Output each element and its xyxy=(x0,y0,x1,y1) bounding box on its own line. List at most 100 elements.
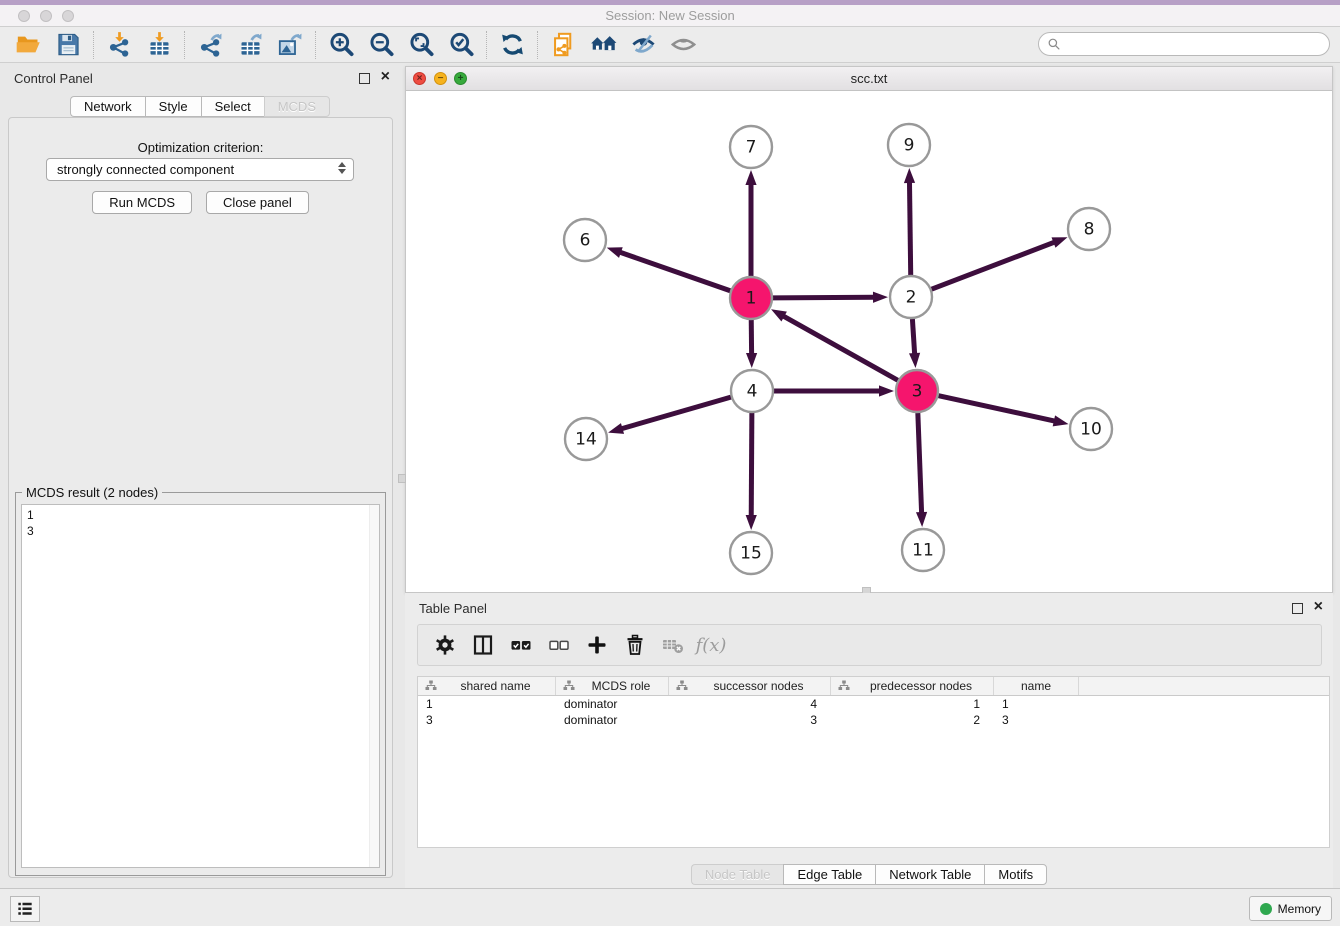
cell-MCDS-role[interactable]: dominator xyxy=(556,697,669,711)
close-panel-button[interactable]: Close panel xyxy=(206,191,309,214)
import-network-icon xyxy=(106,31,133,58)
cell-shared-name[interactable]: 3 xyxy=(418,713,556,727)
memory-button[interactable]: Memory xyxy=(1249,896,1332,921)
tab-network-table[interactable]: Network Table xyxy=(875,864,984,885)
add-column-button[interactable] xyxy=(578,629,616,661)
edge-2-9[interactable] xyxy=(909,181,910,275)
column-header-MCDS-role[interactable]: MCDS role xyxy=(556,677,669,695)
edge-1-6[interactable] xyxy=(619,252,730,291)
delete-table-button xyxy=(654,629,692,661)
refresh-layout-button[interactable] xyxy=(492,30,532,60)
edge-3-1[interactable] xyxy=(782,316,897,381)
cell-shared-name[interactable]: 1 xyxy=(418,697,556,711)
node-label-3: 3 xyxy=(912,382,923,402)
optimization-criterion-label: Optimization criterion: xyxy=(9,140,392,155)
column-header-name[interactable]: name xyxy=(994,677,1079,695)
cell-predecessor-nodes[interactable]: 1 xyxy=(831,697,994,711)
mcds-result-group: MCDS result (2 nodes) 1 3 xyxy=(15,492,386,876)
edge-4-14[interactable] xyxy=(621,397,731,429)
mcds-result-text[interactable]: 1 3 xyxy=(21,504,380,868)
criterion-select[interactable]: strongly connected component xyxy=(46,158,354,181)
edge-3-11[interactable] xyxy=(918,413,922,514)
delete-column-button[interactable] xyxy=(616,629,654,661)
float-panel-icon[interactable] xyxy=(359,73,370,84)
table-row[interactable]: 1dominator411 xyxy=(418,696,1329,712)
search-input[interactable] xyxy=(1061,37,1329,51)
hide-selected-button[interactable] xyxy=(623,30,663,60)
function-builder-icon: f(x) xyxy=(696,635,727,656)
node-label-4: 4 xyxy=(747,382,758,402)
node-label-15: 15 xyxy=(740,544,762,564)
tab-style[interactable]: Style xyxy=(145,96,201,117)
search-box[interactable] xyxy=(1038,32,1330,56)
cell-successor-nodes[interactable]: 4 xyxy=(669,697,831,711)
node-label-11: 11 xyxy=(912,541,934,561)
zoom-fit-button[interactable] xyxy=(401,30,441,60)
column-layout-button[interactable] xyxy=(464,629,502,661)
task-history-button[interactable] xyxy=(10,896,40,922)
node-label-7: 7 xyxy=(746,138,757,158)
deselect-all-columns-button[interactable] xyxy=(540,629,578,661)
list-icon xyxy=(15,899,35,919)
result-scrollbar[interactable] xyxy=(369,505,379,867)
edge-1-2[interactable] xyxy=(773,297,875,298)
open-session-button[interactable] xyxy=(8,30,48,60)
cell-name[interactable]: 1 xyxy=(994,697,1079,711)
export-table-button[interactable] xyxy=(230,30,270,60)
column-header-shared-name[interactable]: shared name xyxy=(418,677,556,695)
zoom-out-button[interactable] xyxy=(361,30,401,60)
float-table-panel-icon[interactable] xyxy=(1292,603,1303,614)
close-table-panel-icon[interactable]: × xyxy=(1314,598,1323,616)
cell-predecessor-nodes[interactable]: 2 xyxy=(831,713,994,727)
cell-successor-nodes[interactable]: 3 xyxy=(669,713,831,727)
edge-arrowhead xyxy=(745,170,756,185)
network-graph[interactable]: 7968124314101511 xyxy=(406,91,1332,592)
tab-mcds[interactable]: MCDS xyxy=(264,96,330,117)
edge-2-3[interactable] xyxy=(912,319,914,355)
table-row[interactable]: 3dominator323 xyxy=(418,712,1329,728)
table-panel-title: Table Panel xyxy=(419,601,487,616)
import-table-icon xyxy=(146,31,173,58)
export-image-button[interactable] xyxy=(270,30,310,60)
import-table-button[interactable] xyxy=(139,30,179,60)
export-image-icon xyxy=(277,31,304,58)
mcds-result-title: MCDS result (2 nodes) xyxy=(22,485,162,500)
select-all-columns-button[interactable] xyxy=(502,629,540,661)
status-bar: Memory xyxy=(0,888,1340,926)
first-neighbors-button[interactable] xyxy=(583,30,623,60)
edge-4-15[interactable] xyxy=(751,413,752,517)
tab-node-table[interactable]: Node Table xyxy=(691,864,784,885)
search-icon xyxy=(1047,37,1061,51)
tab-edge-table[interactable]: Edge Table xyxy=(783,864,875,885)
clone-network-button[interactable] xyxy=(543,30,583,60)
network-window-title: scc.txt xyxy=(406,71,1332,86)
run-mcds-button[interactable]: Run MCDS xyxy=(92,191,192,214)
close-panel-icon[interactable]: × xyxy=(381,68,390,86)
column-layout-icon xyxy=(471,633,495,657)
tab-select[interactable]: Select xyxy=(201,96,264,117)
import-network-button[interactable] xyxy=(99,30,139,60)
cell-MCDS-role[interactable]: dominator xyxy=(556,713,669,727)
table-settings-button[interactable] xyxy=(426,629,464,661)
zoom-in-button[interactable] xyxy=(321,30,361,60)
zoom-selected-button[interactable] xyxy=(441,30,481,60)
column-header-successor-nodes[interactable]: successor nodes xyxy=(669,677,831,695)
network-window-titlebar[interactable]: × − + scc.txt xyxy=(406,67,1332,91)
control-panel-tabs: NetworkStyleSelectMCDS xyxy=(0,96,400,117)
show-all-button[interactable] xyxy=(663,30,703,60)
save-session-button[interactable] xyxy=(48,30,88,60)
tab-network[interactable]: Network xyxy=(70,96,145,117)
column-header-predecessor-nodes[interactable]: predecessor nodes xyxy=(831,677,994,695)
zoom-selected-icon xyxy=(448,31,475,58)
edge-3-10[interactable] xyxy=(938,396,1055,422)
zoom-fit-icon xyxy=(408,31,435,58)
cell-name[interactable]: 3 xyxy=(994,713,1079,727)
export-network-button[interactable] xyxy=(190,30,230,60)
memory-label: Memory xyxy=(1278,902,1321,916)
tab-motifs[interactable]: Motifs xyxy=(984,864,1047,885)
vertical-splitter-handle[interactable] xyxy=(398,474,406,483)
sort-hierarchy-icon xyxy=(676,680,688,692)
edge-arrowhead xyxy=(873,292,888,303)
node-table[interactable]: shared nameMCDS rolesuccessor nodesprede… xyxy=(417,676,1330,848)
edge-2-8[interactable] xyxy=(932,242,1056,289)
